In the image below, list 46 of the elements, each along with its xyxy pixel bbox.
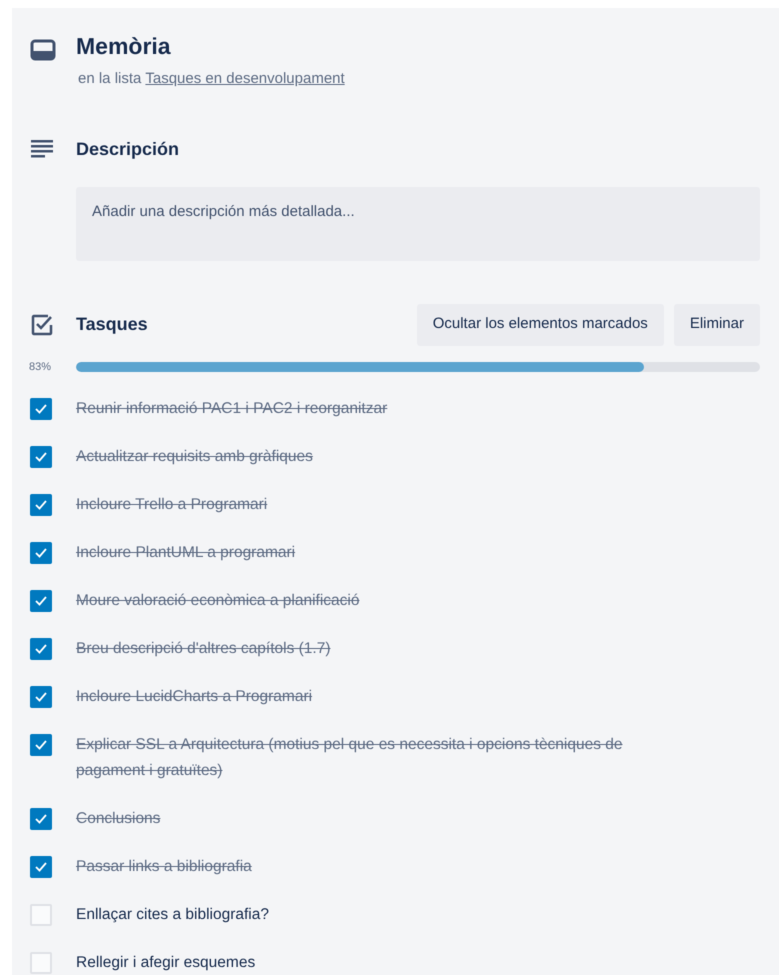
list-label: en la lista [78, 69, 142, 89]
item-checkbox[interactable] [30, 734, 52, 756]
checklist-title: Tasques [76, 313, 148, 336]
list-link[interactable]: Tasques en desenvolupament [145, 68, 345, 90]
item-text: Conclusions [76, 809, 160, 829]
check-icon [35, 814, 47, 824]
item-text: Incloure LucidCharts a Programari [76, 687, 312, 707]
delete-button[interactable]: Eliminar [674, 304, 760, 346]
item-text: Moure valoració econòmica a planificació [76, 591, 360, 611]
description-field[interactable]: Añadir una descripción más detallada... [76, 186, 760, 260]
check-icon [35, 740, 47, 750]
item-checkbox[interactable] [30, 398, 52, 420]
check-icon [35, 548, 47, 558]
description-icon [31, 140, 53, 158]
check-icon [35, 692, 47, 702]
item-text: Passar links a bibliografia [76, 857, 252, 877]
hide-checked-button[interactable]: Ocultar los elementos marcados [416, 304, 664, 346]
check-icon [35, 644, 47, 654]
check-icon [35, 596, 47, 606]
check-icon [35, 500, 47, 510]
item-checkbox[interactable] [30, 952, 52, 974]
item-checkbox[interactable] [30, 808, 52, 830]
item-text: Enllaçar cites a bibliografia? [76, 905, 269, 925]
item-checkbox[interactable] [30, 446, 52, 468]
check-icon [35, 452, 47, 462]
item-checkbox[interactable] [30, 542, 52, 564]
item-text: Incloure Trello a Programari [76, 495, 268, 515]
item-text: Actualitzar requisits amb gràfiques [76, 447, 313, 467]
item-checkbox[interactable] [30, 856, 52, 878]
checklist-icon [31, 314, 53, 336]
item-text: Reunir informació PAC1 i PAC2 i reorganitzar [76, 399, 388, 419]
check-icon [35, 404, 47, 414]
progress-percent: 83% [28, 360, 52, 374]
card-title: Memòria [76, 32, 172, 60]
item-text: Breu descripció d'altres capítols (1.7) [76, 639, 331, 659]
item-text: Explicar SSL a Arquitectura (motius pel que es necessita i opcions tècniques de pagament i gratuïtes) [76, 735, 624, 781]
item-text: Incloure PlantUML a programari [76, 543, 296, 563]
item-text: Rellegir i afegir esquemes [76, 953, 256, 973]
item-checkbox[interactable] [30, 638, 52, 660]
check-icon [35, 862, 47, 872]
item-checkbox[interactable] [30, 590, 52, 612]
description-heading: Descripción [76, 138, 180, 161]
item-checkbox[interactable] [30, 494, 52, 516]
item-checkbox[interactable] [30, 904, 52, 926]
card-icon [30, 39, 56, 61]
item-checkbox[interactable] [30, 686, 52, 708]
